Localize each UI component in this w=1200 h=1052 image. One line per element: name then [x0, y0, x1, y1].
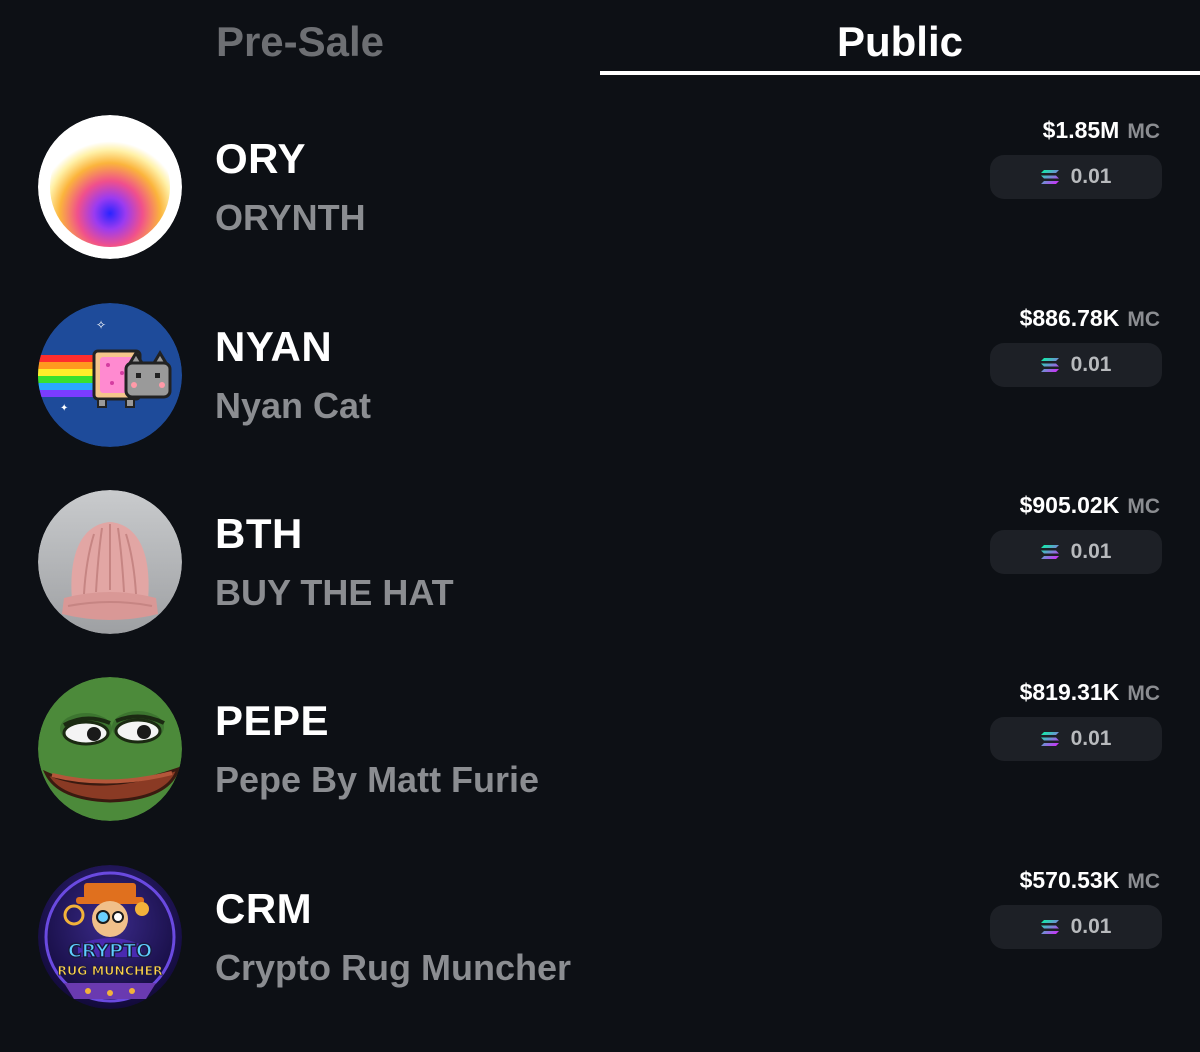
- quick-buy-amount: 0.01: [1070, 540, 1112, 563]
- token-name: Crypto Rug Muncher: [215, 947, 571, 988]
- pepe-frog-avatar: [38, 677, 182, 821]
- solana-icon: [1040, 170, 1059, 184]
- market-cap: $886.78K MC: [1020, 305, 1160, 332]
- token-name: ORYNTH: [215, 197, 366, 238]
- token-name: BUY THE HAT: [215, 572, 454, 613]
- tab-public[interactable]: Public: [600, 0, 1200, 76]
- quick-buy-button[interactable]: 0.01: [990, 905, 1162, 949]
- token-symbol: BTH: [215, 510, 303, 557]
- solana-icon: [1040, 920, 1059, 934]
- gradient-orb-avatar: [38, 115, 182, 259]
- tab-bar: Pre-Sale Public: [0, 0, 1200, 76]
- token-row[interactable]: ORY ORYNTH $1.85M MC 0.01: [0, 115, 1200, 302]
- token-row[interactable]: PEPE Pepe By Matt Furie $819.31K MC 0.01: [0, 677, 1200, 864]
- crm-logo-text-bottom: RUG MUNCHER: [57, 963, 163, 978]
- market-cap: $819.31K MC: [1020, 679, 1160, 706]
- svg-text:✧: ✧: [96, 318, 106, 332]
- svg-text:✦: ✦: [60, 403, 68, 414]
- token-symbol: NYAN: [215, 323, 333, 370]
- market-cap-value: $905.02K: [1019, 492, 1120, 518]
- market-cap: $570.53K MC: [1020, 867, 1160, 894]
- pink-knit-hat-avatar: [38, 490, 182, 634]
- market-cap-value: $819.31K: [1019, 679, 1120, 705]
- crypto-rug-muncher-avatar: CRYPTO RUG MUNCHER: [38, 865, 182, 1009]
- market-cap: $1.85M MC: [1043, 117, 1160, 144]
- tab-pre-sale[interactable]: Pre-Sale: [0, 0, 600, 76]
- token-name: Pepe By Matt Furie: [215, 759, 540, 800]
- solana-icon: [1040, 732, 1059, 746]
- quick-buy-button[interactable]: 0.01: [990, 155, 1162, 199]
- market-cap-value: $1.85M: [1042, 117, 1120, 143]
- nyan-cat-avatar: ✧ ✦: [38, 303, 182, 447]
- quick-buy-button[interactable]: 0.01: [990, 530, 1162, 574]
- token-row[interactable]: BTH BUY THE HAT $905.02K MC 0.01: [0, 490, 1200, 677]
- market-cap-unit: MC: [1127, 308, 1160, 331]
- quick-buy-button[interactable]: 0.01: [990, 343, 1162, 387]
- market-cap-unit: MC: [1127, 682, 1160, 705]
- market-cap: $905.02K MC: [1020, 492, 1160, 519]
- market-cap-value: $886.78K: [1019, 305, 1120, 331]
- token-symbol: PEPE: [215, 697, 330, 744]
- market-cap-value: $570.53K: [1019, 867, 1120, 893]
- quick-buy-amount: 0.01: [1070, 353, 1112, 376]
- token-symbol: ORY: [215, 135, 306, 182]
- quick-buy-amount: 0.01: [1070, 727, 1112, 750]
- quick-buy-amount: 0.01: [1070, 165, 1112, 188]
- token-name: Nyan Cat: [215, 385, 372, 426]
- crm-logo-text-top: CRYPTO: [68, 940, 152, 962]
- quick-buy-amount: 0.01: [1070, 915, 1112, 938]
- quick-buy-button[interactable]: 0.01: [990, 717, 1162, 761]
- market-cap-unit: MC: [1127, 120, 1160, 143]
- token-row[interactable]: ✧ ✦ NYAN Nyan Cat $886.78K MC 0.01: [0, 303, 1200, 490]
- solana-icon: [1040, 358, 1059, 372]
- market-cap-unit: MC: [1127, 870, 1160, 893]
- token-symbol: CRM: [215, 885, 313, 932]
- active-tab-indicator: [600, 71, 1200, 75]
- market-cap-unit: MC: [1127, 495, 1160, 518]
- token-row[interactable]: CRYPTO RUG MUNCHER CRM Crypto Rug Munche…: [0, 865, 1200, 1052]
- solana-icon: [1040, 545, 1059, 559]
